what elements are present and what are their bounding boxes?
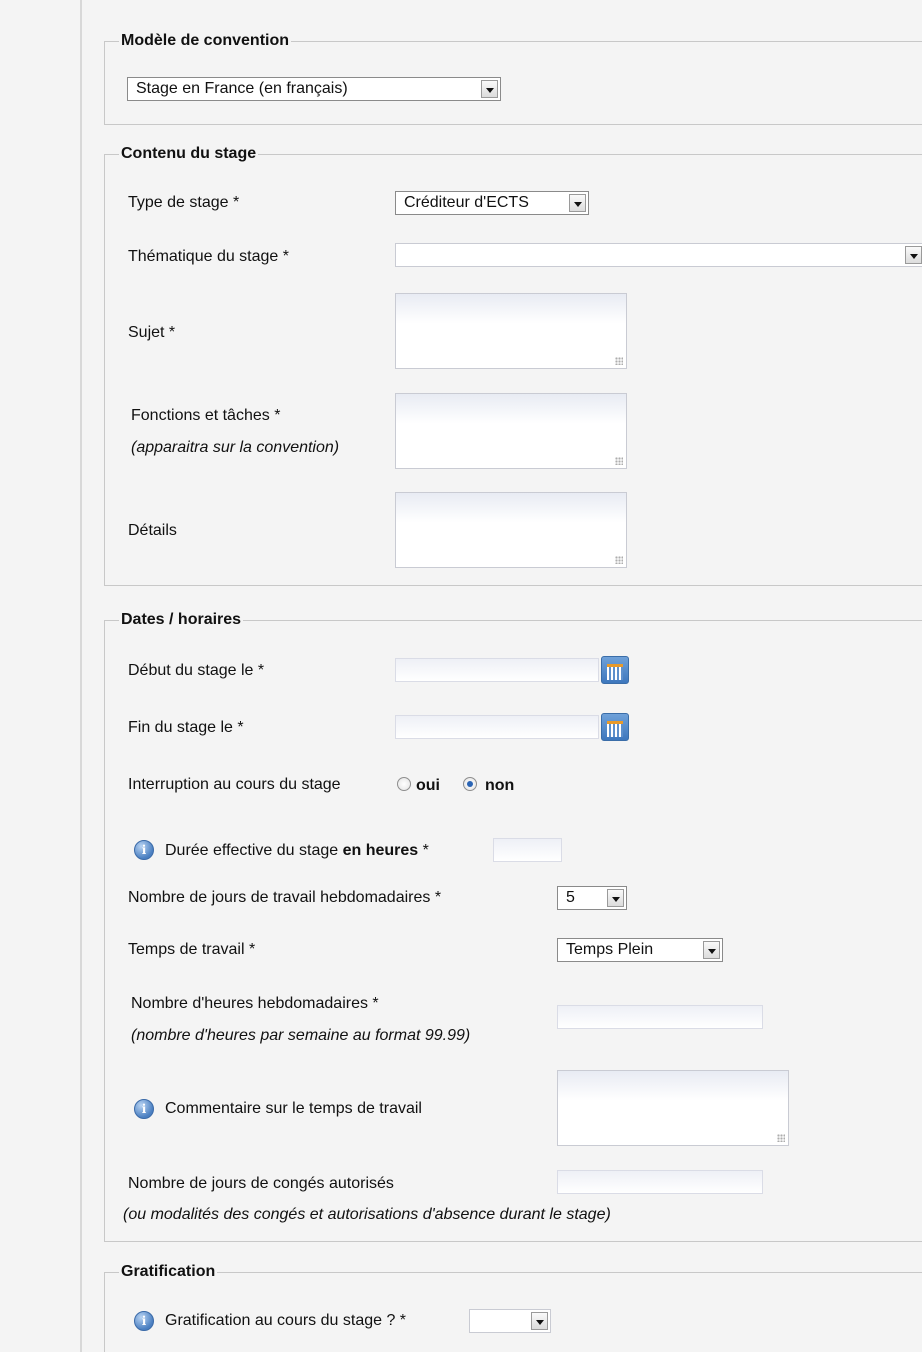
sujet-label: Sujet *	[128, 324, 176, 341]
conges-label: Nombre de jours de congés autorisés	[128, 1175, 394, 1192]
chevron-down-icon[interactable]	[569, 194, 586, 212]
temps-travail-select[interactable]: Temps Plein	[557, 938, 723, 962]
type-stage-select[interactable]: Créditeur d'ECTS	[395, 191, 589, 215]
chevron-down-icon[interactable]	[607, 889, 624, 907]
fieldset-modele-convention: Modèle de convention Stage en France (en…	[104, 30, 922, 125]
details-textarea[interactable]	[395, 492, 627, 568]
fonctions-taches-textarea[interactable]	[395, 393, 627, 469]
chevron-down-icon[interactable]	[481, 80, 498, 98]
jours-travail-label: Nombre de jours de travail hebdomadaires…	[128, 889, 442, 906]
heures-hebdo-label: Nombre d'heures hebdomadaires *	[131, 995, 379, 1012]
conges-hint: (ou modalités des congés et autorisation…	[123, 1206, 611, 1223]
legend-gratification: Gratification	[119, 1261, 218, 1283]
jours-travail-select[interactable]: 5	[557, 886, 627, 910]
convention-form-page: Modèle de convention Stage en France (en…	[0, 0, 922, 1352]
calendar-icon[interactable]	[601, 713, 629, 741]
fonctions-taches-hint: (apparaitra sur la convention)	[131, 439, 340, 456]
sujet-textarea[interactable]	[395, 293, 627, 369]
left-divider	[80, 0, 82, 1352]
info-icon[interactable]	[134, 840, 154, 860]
legend-contenu-stage: Contenu du stage	[119, 143, 259, 165]
interruption-non-radio[interactable]	[463, 777, 477, 791]
fin-stage-input[interactable]	[395, 715, 599, 739]
commentaire-temps-label: Commentaire sur le temps de travail	[165, 1100, 422, 1117]
duree-effective-label: Durée effective du stage en heures *	[165, 842, 429, 859]
interruption-label: Interruption au cours du stage	[128, 776, 341, 793]
interruption-non-label: non	[485, 777, 515, 794]
thematique-stage-label: Thématique du stage *	[128, 248, 289, 265]
info-icon[interactable]	[134, 1311, 154, 1331]
modele-convention-select[interactable]: Stage en France (en français)	[127, 77, 501, 101]
duree-effective-input[interactable]	[493, 838, 562, 862]
thematique-stage-select[interactable]	[395, 243, 922, 267]
conges-input[interactable]	[557, 1170, 763, 1194]
fin-stage-label: Fin du stage le *	[128, 719, 244, 736]
commentaire-temps-textarea[interactable]	[557, 1070, 789, 1146]
details-label: Détails	[128, 522, 177, 539]
chevron-down-icon[interactable]	[905, 246, 922, 264]
info-icon[interactable]	[134, 1099, 154, 1119]
chevron-down-icon[interactable]	[703, 941, 720, 959]
interruption-oui-label: oui	[416, 777, 440, 794]
debut-stage-input[interactable]	[395, 658, 599, 682]
interruption-oui-radio[interactable]	[397, 777, 411, 791]
chevron-down-icon[interactable]	[531, 1312, 548, 1330]
legend-dates-horaires: Dates / horaires	[119, 609, 244, 631]
modele-convention-value: Stage en France (en français)	[136, 80, 348, 97]
fieldset-gratification: Gratification Gratification au cours du …	[104, 1261, 922, 1352]
gratification-select[interactable]	[469, 1309, 551, 1333]
jours-travail-value: 5	[566, 889, 575, 906]
gratification-label: Gratification au cours du stage ? *	[165, 1312, 407, 1329]
type-stage-value: Créditeur d'ECTS	[404, 194, 529, 211]
calendar-icon[interactable]	[601, 656, 629, 684]
temps-travail-value: Temps Plein	[566, 941, 654, 958]
heures-hebdo-hint: (nombre d'heures par semaine au format 9…	[131, 1027, 471, 1044]
fieldset-contenu-stage: Contenu du stage Type de stage * Crédite…	[104, 143, 922, 586]
legend-modele-convention: Modèle de convention	[119, 30, 292, 52]
heures-hebdo-input[interactable]	[557, 1005, 763, 1029]
temps-travail-label: Temps de travail *	[128, 941, 256, 958]
type-stage-label: Type de stage *	[128, 194, 240, 211]
debut-stage-label: Début du stage le *	[128, 662, 265, 679]
fonctions-taches-label: Fonctions et tâches *	[131, 407, 281, 424]
fieldset-dates-horaires: Dates / horaires Début du stage le * Fin…	[104, 609, 922, 1242]
